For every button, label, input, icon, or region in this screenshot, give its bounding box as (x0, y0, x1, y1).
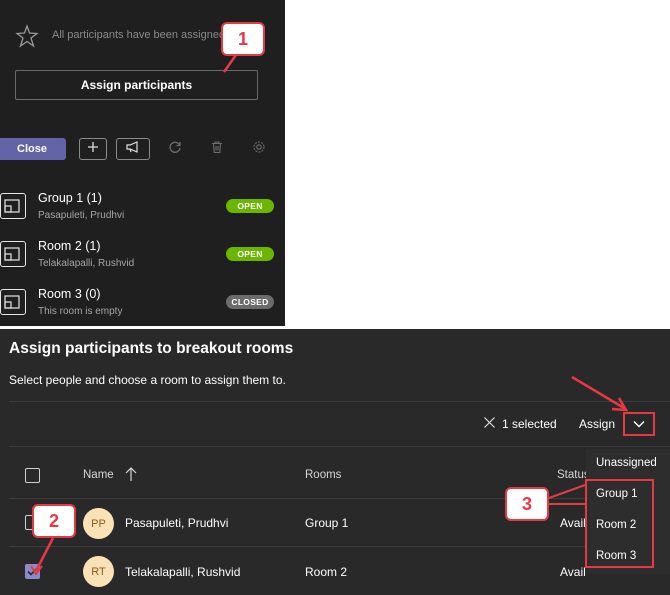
callout-3: 3 (505, 487, 549, 521)
callout-1: 1 (221, 22, 265, 56)
callout-2: 2 (32, 504, 76, 538)
annotation-arrows (30, 51, 629, 576)
